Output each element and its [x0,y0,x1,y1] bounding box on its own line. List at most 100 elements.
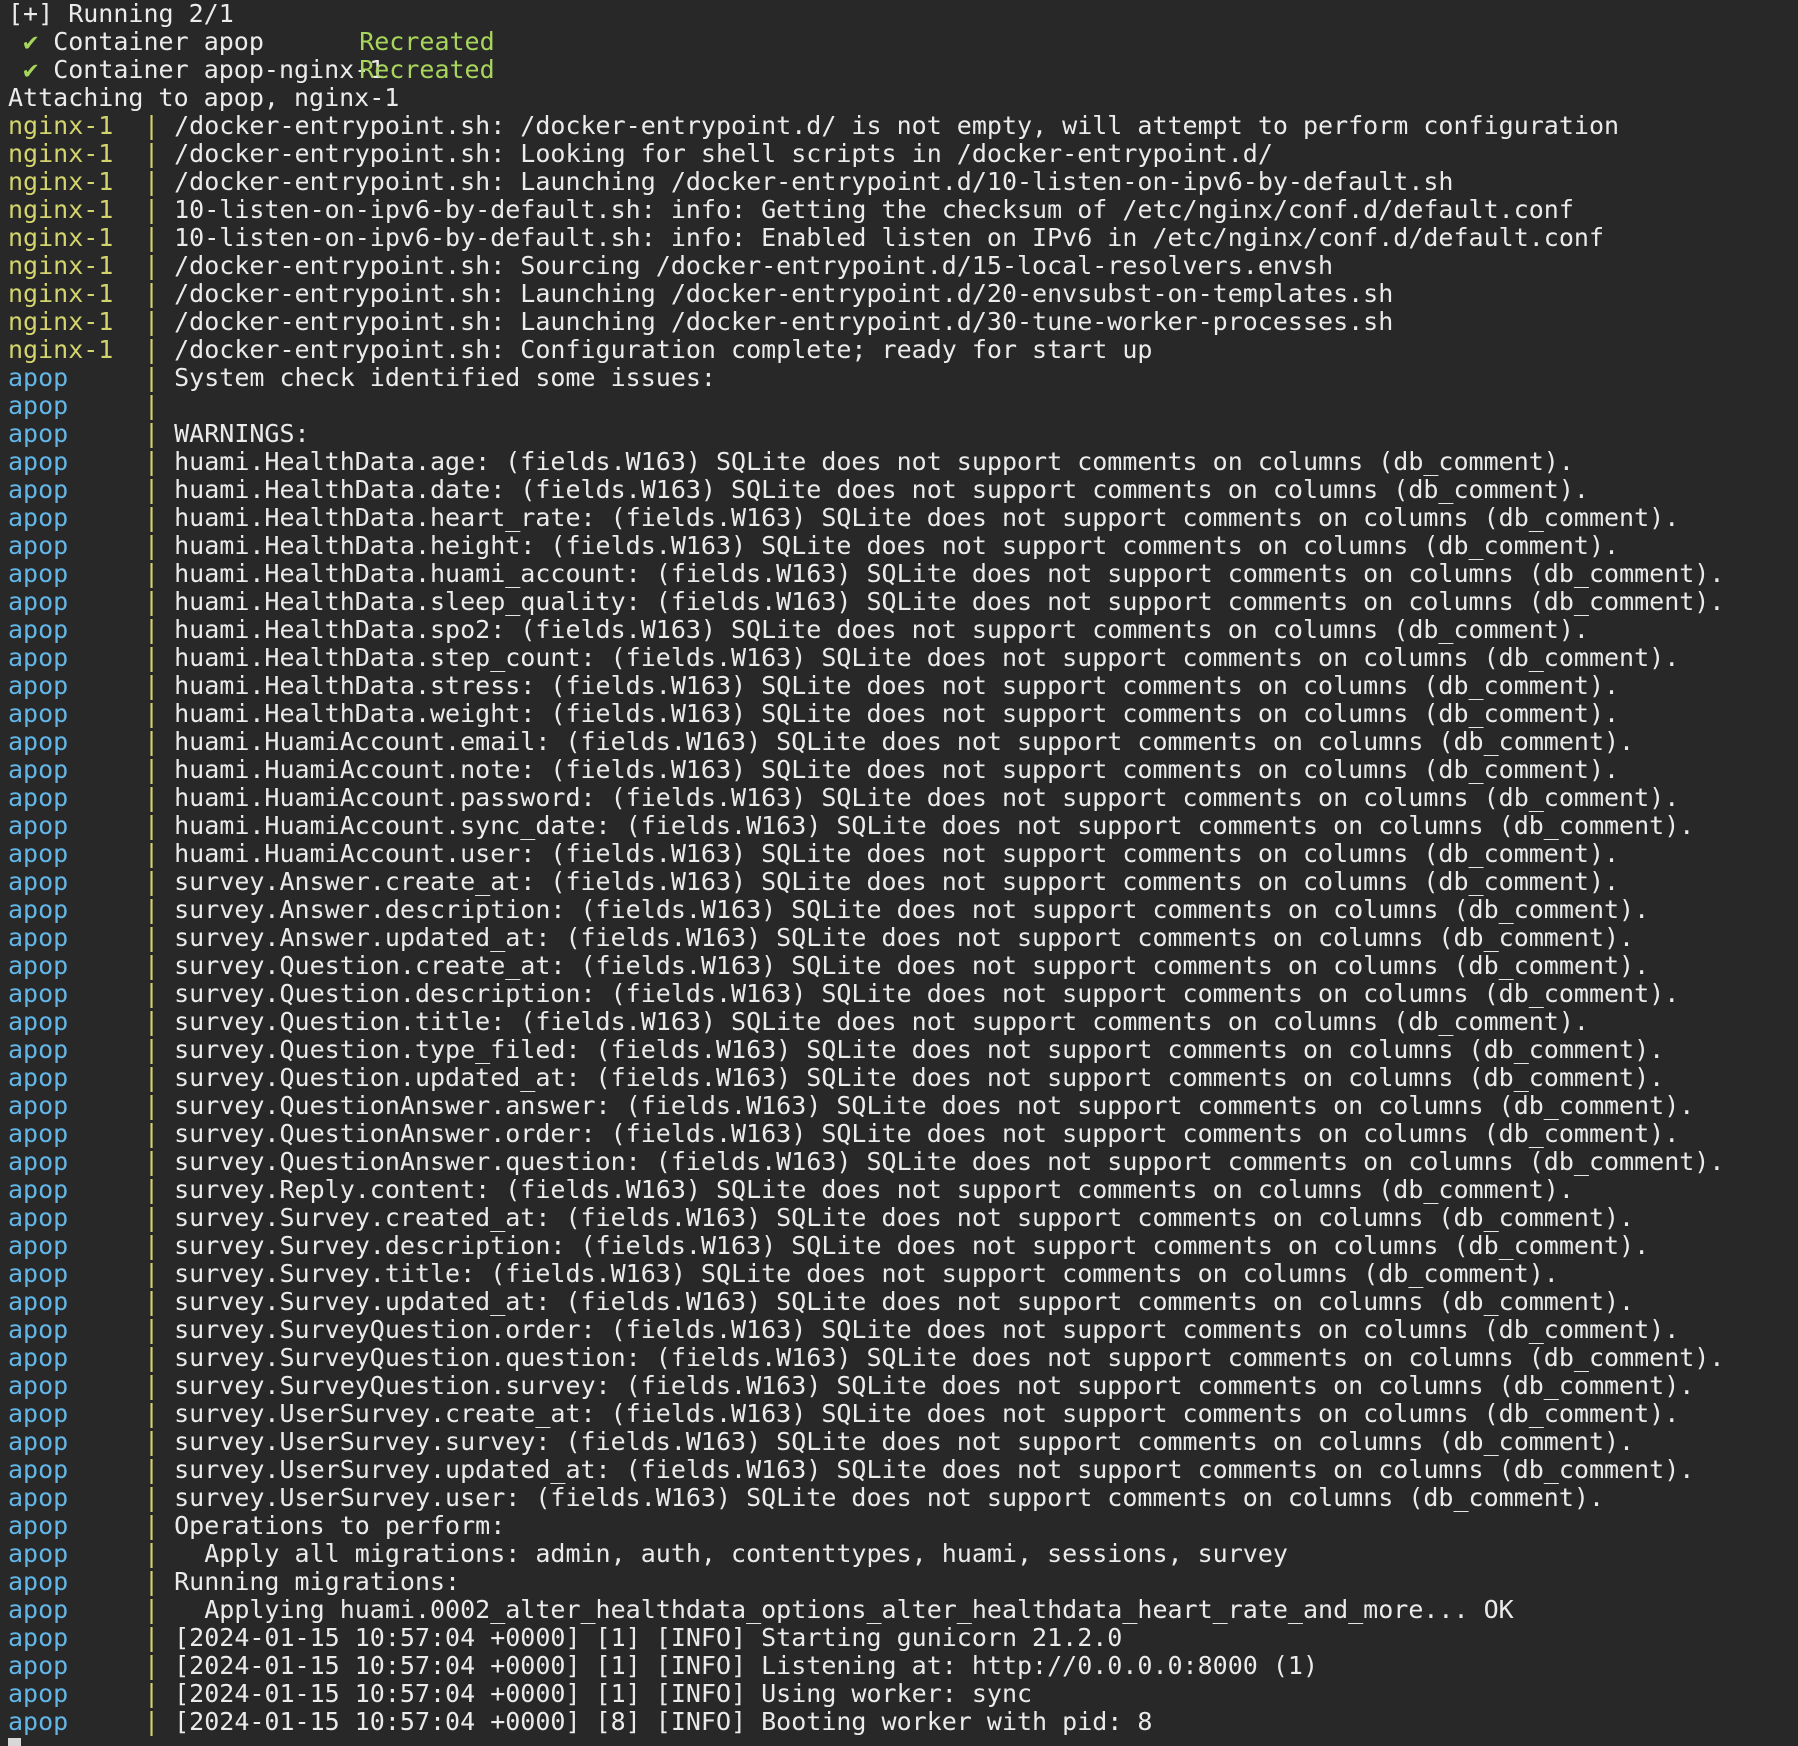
log-separator: | [144,784,160,812]
log-line: nginx-1 | 10-listen-on-ipv6-by-default.sh… [8,196,1793,224]
log-line: apop | [2024-01-15 10:57:04 +0000] [1] [I… [8,1624,1793,1652]
container-name: Container apop-nginx-1 [53,56,385,84]
log-line: apop | huami.HuamiAccount.note: (fields.W… [8,756,1793,784]
service-name: apop [8,616,69,644]
log-line: apop | huami.HealthData.sleep_quality: (f… [8,588,1793,616]
log-message: /docker-entrypoint.sh: Launching /docker… [174,280,1394,308]
service-name: apop [8,644,69,672]
service-name: apop [8,588,69,616]
log-line: apop | survey.UserSurvey.user: (fields.W1… [8,1484,1793,1512]
log-separator: | [144,672,160,700]
log-line: apop | huami.HealthData.huami_account: (f… [8,560,1793,588]
log-line: apop | [2024-01-15 10:57:04 +0000] [1] [I… [8,1680,1793,1708]
service-name: nginx-1 [8,308,114,336]
service-name: apop [8,1316,69,1344]
service-name: apop [8,1372,69,1400]
log-message: Applying huami.0002_alter_healthdata_opt… [174,1596,1514,1624]
log-line: nginx-1 | 10-listen-on-ipv6-by-default.sh… [8,224,1793,252]
service-name: apop [8,1148,69,1176]
log-message: survey.UserSurvey.user: (fields.W163) SQ… [174,1484,1604,1512]
service-name: apop [8,700,69,728]
service-name: apop [8,924,69,952]
service-name: apop [8,476,69,504]
service-name: apop [8,1568,69,1596]
log-separator: | [144,1288,160,1316]
log-separator: | [144,812,160,840]
log-separator: | [144,1008,160,1036]
log-message: survey.SurveyQuestion.survey: (fields.W1… [174,1372,1695,1400]
log-line: apop | huami.HuamiAccount.user: (fields.W… [8,840,1793,868]
log-line: apop | huami.HealthData.stress: (fields.W… [8,672,1793,700]
log-message: survey.Question.create_at: (fields.W163)… [174,952,1650,980]
service-name: apop [8,1260,69,1288]
service-name: apop [8,1344,69,1372]
log-separator: | [144,336,160,364]
log-message: huami.HuamiAccount.password: (fields.W16… [174,784,1680,812]
service-name: apop [8,1512,69,1540]
log-separator: | [144,840,160,868]
log-line: apop | System check identified some issue… [8,364,1793,392]
terminal-cursor [8,1738,21,1746]
log-message: survey.QuestionAnswer.question: (fields.… [174,1148,1725,1176]
service-name: apop [8,1652,69,1680]
log-message: /docker-entrypoint.sh: Configuration com… [174,336,1153,364]
service-name: apop [8,952,69,980]
service-name: apop [8,1288,69,1316]
log-separator: | [144,196,160,224]
service-name: nginx-1 [8,168,114,196]
log-separator: | [144,308,160,336]
container-status-line: ✔ Container apop-nginx-1Recreated [8,56,1793,84]
log-message: survey.Question.title: (fields.W163) SQL… [174,1008,1589,1036]
log-line: apop | huami.HealthData.date: (fields.W16… [8,476,1793,504]
log-line: apop | [2024-01-15 10:57:04 +0000] [1] [I… [8,1652,1793,1680]
log-separator: | [144,392,160,420]
service-name: nginx-1 [8,336,114,364]
log-line: apop | survey.Question.description: (fiel… [8,980,1793,1008]
log-separator: | [144,1204,160,1232]
log-line: apop | [2024-01-15 10:57:04 +0000] [8] [I… [8,1708,1793,1736]
service-name: apop [8,784,69,812]
log-line: apop | huami.HuamiAccount.email: (fields.… [8,728,1793,756]
log-message: /docker-entrypoint.sh: Sourcing /docker-… [174,252,1334,280]
log-message: survey.Question.description: (fields.W16… [174,980,1680,1008]
log-separator: | [144,868,160,896]
log-line: nginx-1 | /docker-entrypoint.sh: Launchin… [8,280,1793,308]
log-separator: | [144,420,160,448]
log-line: apop | huami.HuamiAccount.sync_date: (fie… [8,812,1793,840]
log-line: apop | survey.Answer.description: (fields… [8,896,1793,924]
service-name: nginx-1 [8,196,114,224]
attaching-line: Attaching to apop, nginx-1 [8,84,400,112]
service-name: nginx-1 [8,280,114,308]
service-name: nginx-1 [8,224,114,252]
service-name: apop [8,1064,69,1092]
log-separator: | [144,1456,160,1484]
log-line: nginx-1 | /docker-entrypoint.sh: Launchin… [8,168,1793,196]
log-line: apop | Apply all migrations: admin, auth,… [8,1540,1793,1568]
log-message: /docker-entrypoint.sh: Launching /docker… [174,168,1454,196]
running-status-line: [+] Running 2/1 [8,0,234,28]
log-line: apop | survey.SurveyQuestion.survey: (fie… [8,1372,1793,1400]
log-line: apop | survey.QuestionAnswer.answer: (fie… [8,1092,1793,1120]
terminal-output: [+] Running 2/1 ✔ Container apop Recreate… [8,0,1793,1736]
log-line: nginx-1 | /docker-entrypoint.sh: Launchin… [8,308,1793,336]
log-separator: | [144,1064,160,1092]
log-separator: | [144,1568,160,1596]
log-separator: | [144,952,160,980]
log-message: survey.QuestionAnswer.answer: (fields.W1… [174,1092,1695,1120]
container-name: Container apop [53,28,264,56]
service-name: apop [8,1456,69,1484]
service-name: apop [8,1120,69,1148]
log-separator: | [144,1092,160,1120]
log-line: apop | survey.Survey.updated_at: (fields.… [8,1288,1793,1316]
container-status: Recreated [359,56,495,84]
service-name: apop [8,1624,69,1652]
log-message: survey.Survey.created_at: (fields.W163) … [174,1204,1635,1232]
log-line: apop | survey.SurveyQuestion.order: (fiel… [8,1316,1793,1344]
log-message: huami.HealthData.stress: (fields.W163) S… [174,672,1620,700]
service-name: apop [8,1036,69,1064]
log-message: /docker-entrypoint.sh: /docker-entrypoin… [174,112,1620,140]
log-line: apop | survey.Survey.title: (fields.W163)… [8,1260,1793,1288]
service-name: apop [8,504,69,532]
log-message: survey.Answer.create_at: (fields.W163) S… [174,868,1620,896]
service-name: apop [8,448,69,476]
